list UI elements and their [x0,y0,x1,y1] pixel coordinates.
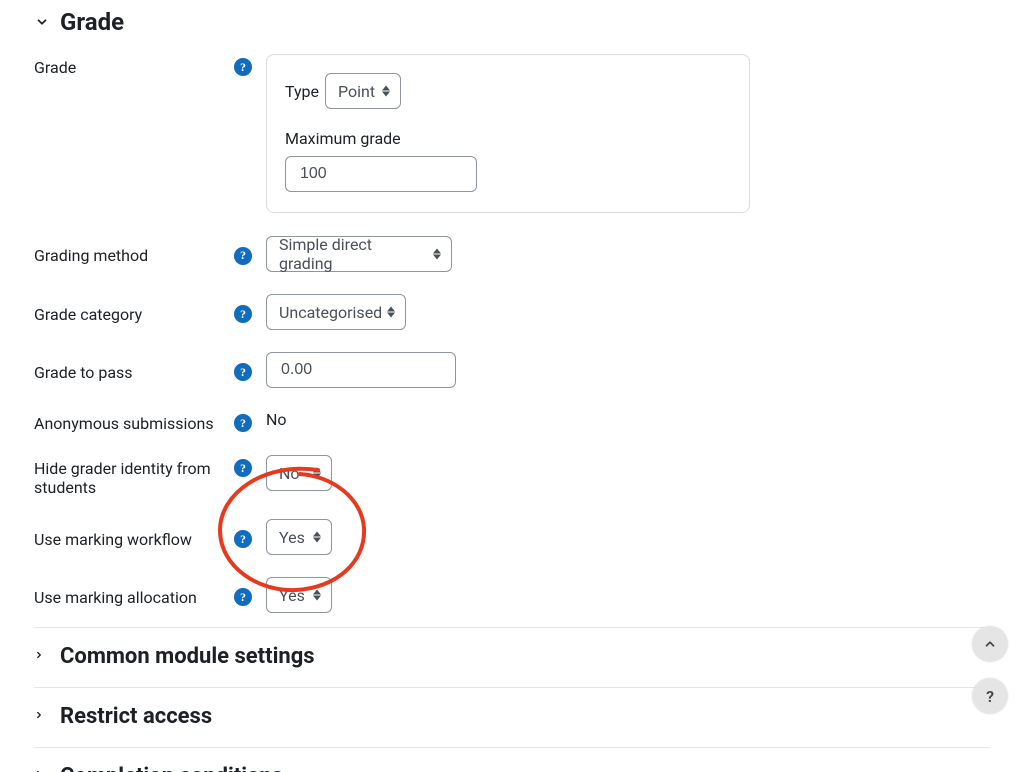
divider [34,627,990,628]
section-header-completion[interactable]: Completion conditions [34,752,990,772]
help-icon[interactable]: ? [234,414,252,432]
chevron-right-icon [34,707,46,726]
caret-icon [382,86,390,97]
label-grade-category: Grade category [34,301,234,324]
chevron-right-icon [34,647,46,666]
section-title: Completion conditions [60,764,283,772]
select-marking-allocation[interactable]: Yes [266,577,332,613]
section-header-restrict[interactable]: Restrict access [34,692,990,741]
help-icon[interactable]: ? [234,363,252,381]
help-icon[interactable]: ? [234,530,252,548]
section-title: Restrict access [60,704,212,729]
divider [34,747,990,748]
select-hide-grader[interactable]: No [266,455,332,491]
section-header-common[interactable]: Common module settings [34,632,990,681]
input-max-grade[interactable] [285,156,477,192]
help-icon[interactable]: ? [234,305,252,323]
select-grade-type[interactable]: Point [325,73,401,109]
label-anonymous: Anonymous submissions [34,410,234,433]
label-grading-method: Grading method [34,242,234,265]
select-grading-method[interactable]: Simple direct grading [266,236,452,272]
value-anonymous: No [266,410,990,429]
caret-icon [387,307,395,318]
caret-icon [313,532,321,543]
question-icon: ? [986,687,994,706]
caret-icon [433,249,441,260]
floating-help-button[interactable]: ? [972,678,1008,714]
label-type: Type [285,82,319,101]
label-max-grade: Maximum grade [285,129,725,148]
caret-icon [313,468,321,479]
select-grade-category[interactable]: Uncategorised [266,294,406,330]
section-title: Common module settings [60,644,315,669]
caret-icon [313,590,321,601]
help-icon[interactable]: ? [234,459,252,477]
divider [34,687,990,688]
label-grade-to-pass: Grade to pass [34,359,234,382]
section-title: Grade [60,8,124,36]
grade-panel: Type Point Maximum grade [266,54,750,213]
chevron-up-icon [983,637,997,651]
input-grade-to-pass[interactable] [266,352,456,388]
help-icon[interactable]: ? [234,247,252,265]
section-header-grade[interactable]: Grade [34,8,990,36]
help-icon[interactable]: ? [234,588,252,606]
help-icon[interactable]: ? [234,58,252,76]
label-hide-grader: Hide grader identity from students [34,455,234,497]
label-marking-workflow: Use marking workflow [34,526,234,549]
label-grade: Grade [34,54,234,77]
chevron-right-icon [34,766,46,772]
scroll-to-top-button[interactable] [972,626,1008,662]
select-marking-workflow[interactable]: Yes [266,519,332,555]
label-marking-allocation: Use marking allocation [34,584,234,607]
chevron-down-icon [34,14,50,30]
